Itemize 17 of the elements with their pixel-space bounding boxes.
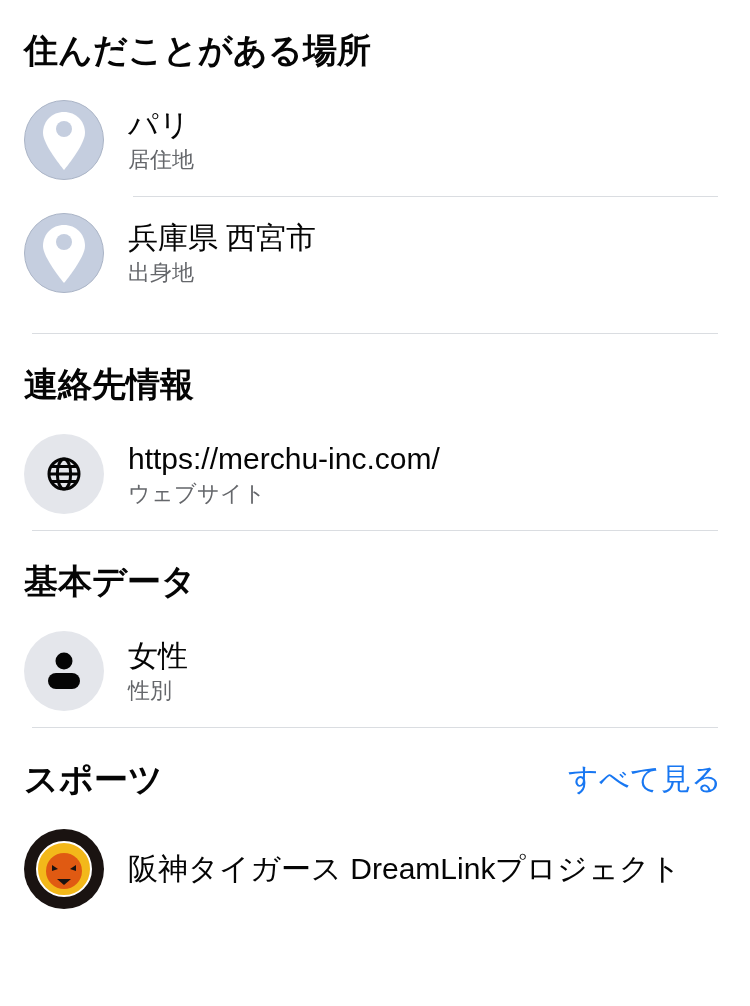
item-subtitle: ウェブサイト bbox=[128, 480, 267, 508]
section-heading: スポーツ bbox=[24, 758, 163, 800]
item-title: 兵庫県 西宮市 bbox=[128, 220, 317, 256]
location-pin-icon bbox=[24, 100, 104, 180]
item-title: 阪神タイガース DreamLinkプロジェクト bbox=[128, 851, 682, 887]
item-title: 女性 bbox=[128, 638, 188, 674]
item-subtitle: 居住地 bbox=[128, 146, 194, 174]
see-all-link[interactable]: すべて見る bbox=[568, 756, 722, 801]
item-title: https://merchu-inc.com/ bbox=[128, 441, 440, 477]
section-heading: 連絡先情報 bbox=[24, 364, 194, 405]
item-title: パリ bbox=[128, 107, 191, 143]
item-subtitle: 出身地 bbox=[128, 259, 195, 287]
item-subtitle: 性別 bbox=[128, 677, 173, 705]
section-heading: 住んだことがある場所 bbox=[24, 30, 371, 71]
location-pin-icon bbox=[24, 213, 104, 293]
section-heading: 基本データ bbox=[24, 561, 196, 602]
team-logo-icon bbox=[24, 829, 104, 909]
